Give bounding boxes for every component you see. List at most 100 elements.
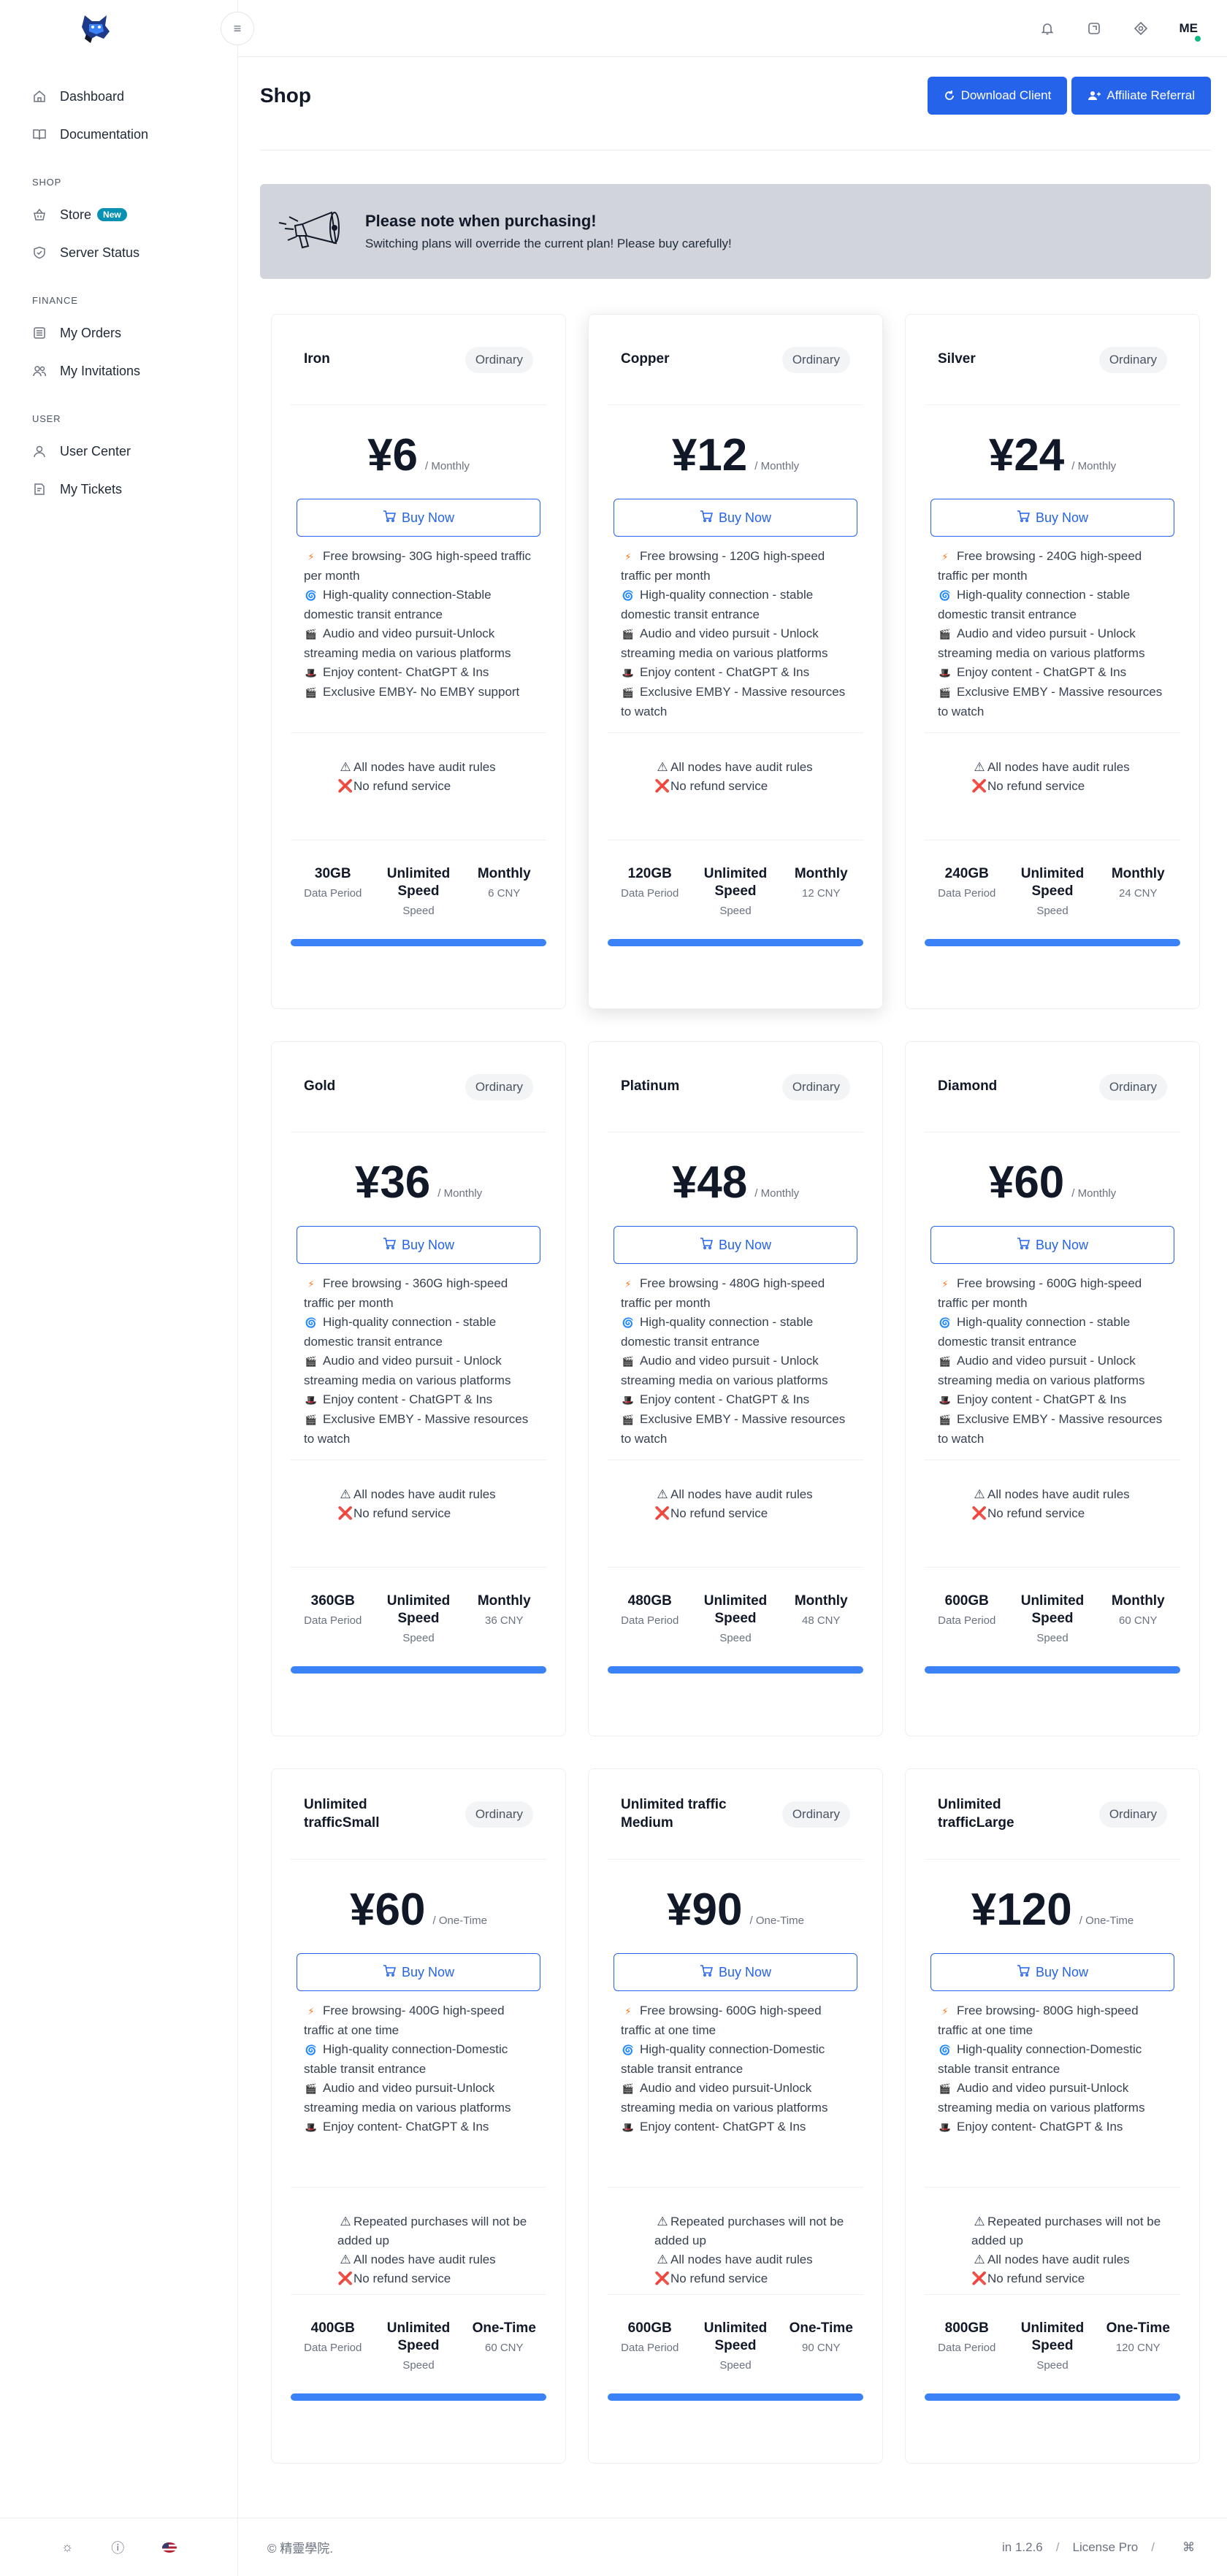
plan-stats: 800GB Data Period Unlimited Speed Speed One-… xyxy=(925,2294,1180,2386)
feature-item: 🎬 Exclusive EMBY - Massive resources to w… xyxy=(304,1410,533,1449)
sidebar-item-label: Store xyxy=(60,207,92,222)
feature-emoji-icon: 🎬 xyxy=(622,687,635,698)
price-row: ¥24 / Monthly xyxy=(925,405,1180,499)
separator: / xyxy=(1055,2539,1060,2554)
refresh-icon xyxy=(944,90,954,100)
sidebar-item-store[interactable]: Store New xyxy=(0,196,237,234)
sidebar-item-my-tickets[interactable]: My Tickets xyxy=(0,470,237,508)
buy-now-label: Buy Now xyxy=(401,510,455,525)
nav-section-title: SHOP xyxy=(32,177,62,188)
cart-icon xyxy=(383,1964,396,1980)
stat-label: Speed xyxy=(1036,1632,1069,1644)
add-user-icon xyxy=(1088,91,1101,100)
feature-emoji-icon: 🎩 xyxy=(939,1395,952,1406)
feature-text: Enjoy content- ChatGPT & Ins xyxy=(957,2120,1123,2134)
plan-period: / Monthly xyxy=(437,1187,483,1200)
feature-text: Enjoy content - ChatGPT & Ins xyxy=(640,665,810,679)
stat: Unlimited Speed Speed xyxy=(693,1592,778,1659)
feature-item: 🎬 Audio and video pursuit-Unlock streamin… xyxy=(621,2079,850,2117)
plan-period: / Monthly xyxy=(754,1187,800,1200)
buy-now-button[interactable]: Buy Now xyxy=(297,1226,540,1264)
plan-stats: 30GB Data Period Unlimited Speed Speed Month… xyxy=(291,840,546,932)
cross-icon: ❌ xyxy=(337,779,353,793)
us-flag-icon[interactable] xyxy=(162,2542,177,2553)
buy-now-button[interactable]: Buy Now xyxy=(297,1953,540,1991)
warning-text: All nodes have audit rules xyxy=(987,1487,1130,1501)
feature-emoji-icon: 🎬 xyxy=(939,687,952,698)
feature-text: Audio and video pursuit-Unlock streaming… xyxy=(304,2081,511,2115)
stat-value: 120GB xyxy=(627,866,672,881)
feature-item: 🌀 High-quality connection-Domestic stable… xyxy=(621,2040,850,2079)
warning-text: Repeated purchases will not be added up xyxy=(971,2215,1161,2247)
cart-icon xyxy=(1017,1964,1030,1980)
buy-now-button[interactable]: Buy Now xyxy=(930,1953,1174,1991)
warning-icon: ⚠ xyxy=(340,1487,351,1501)
plan-progress-bar xyxy=(925,1666,1180,1674)
sidebar-item-server-status[interactable]: Server Status xyxy=(0,234,237,272)
feature-emoji-icon: 🎬 xyxy=(305,2083,318,2094)
feature-emoji-icon: 🎬 xyxy=(622,1414,635,1425)
feature-emoji-icon: 🎬 xyxy=(305,629,318,640)
nav-section-title: FINANCE xyxy=(32,295,78,306)
menu-toggle-button[interactable]: ≡ xyxy=(221,12,254,45)
feature-text: Enjoy content - ChatGPT & Ins xyxy=(957,1392,1127,1406)
plan-tag: Ordinary xyxy=(465,1801,533,1828)
feature-text: Enjoy content - ChatGPT & Ins xyxy=(323,1392,493,1406)
feature-emoji-icon: 🎩 xyxy=(305,667,318,678)
stat: 240GB Data Period xyxy=(925,865,1009,932)
separator: / xyxy=(1151,2539,1155,2554)
warning-text: Repeated purchases will not be added up xyxy=(654,2215,844,2247)
settings-icon[interactable] xyxy=(1133,20,1149,37)
plan-progress-bar xyxy=(925,2393,1180,2401)
buy-now-button[interactable]: Buy Now xyxy=(930,499,1174,537)
feature-item: 🌀 High-quality connection-Domestic stable… xyxy=(938,2040,1167,2079)
cart-icon xyxy=(383,1237,396,1253)
buy-now-button[interactable]: Buy Now xyxy=(297,499,540,537)
sidebar-item-documentation[interactable]: Documentation xyxy=(0,115,237,153)
stat: 800GB Data Period xyxy=(925,2320,1009,2386)
sun-icon[interactable]: ☼ xyxy=(61,2539,74,2555)
download-client-button[interactable]: Download Client xyxy=(927,76,1068,115)
stat-value: Unlimited Speed xyxy=(1020,866,1085,899)
feature-emoji-icon: ⚡ xyxy=(941,551,949,562)
buy-now-button[interactable]: Buy Now xyxy=(614,499,857,537)
feature-list: ⚡ Free browsing - 360G high-speed traffic… xyxy=(291,1264,546,1460)
feature-item: 🎬 Audio and video pursuit-Unlock streamin… xyxy=(304,2079,533,2117)
warning-item: ⚠ All nodes have audit rules xyxy=(337,758,546,777)
feature-item: 🌀 High-quality connection - stable domest… xyxy=(621,1313,850,1352)
new-badge: New xyxy=(97,208,127,221)
sidebar-item-dashboard[interactable]: Dashboard xyxy=(0,77,237,115)
logo-icon[interactable] xyxy=(77,9,114,46)
feature-emoji-icon: 🎬 xyxy=(622,629,635,640)
feature-emoji-icon: 🎬 xyxy=(939,1414,952,1425)
sidebar-item-user-center[interactable]: User Center xyxy=(0,432,237,470)
feature-item: 🎬 Audio and video pursuit - Unlock stream… xyxy=(304,1352,533,1390)
command-icon[interactable]: ⌘ xyxy=(1182,2540,1195,2555)
feature-item: 🎬 Audio and video pursuit-Unlock streamin… xyxy=(938,2079,1167,2117)
sidebar-item-my-invitations[interactable]: My Invitations xyxy=(0,352,237,390)
feature-emoji-icon: 🌀 xyxy=(622,1317,635,1328)
buy-now-button[interactable]: Buy Now xyxy=(614,1226,857,1264)
cart-icon xyxy=(383,510,396,526)
affiliate-referral-button[interactable]: Affiliate Referral xyxy=(1071,76,1211,115)
feature-text: Exclusive EMBY - Massive resources to wa… xyxy=(304,1412,529,1446)
info-icon[interactable]: ⓘ xyxy=(111,2538,124,2557)
bell-icon[interactable] xyxy=(1039,20,1055,37)
buy-now-label: Buy Now xyxy=(401,1237,455,1252)
sidebar-item-my-orders[interactable]: My Orders xyxy=(0,314,237,352)
warning-icon: ⚠ xyxy=(657,1487,668,1501)
warning-text: All nodes have audit rules xyxy=(987,2253,1130,2266)
license-text[interactable]: License Pro xyxy=(1072,2540,1138,2555)
plan-stats: 400GB Data Period Unlimited Speed Speed One-… xyxy=(291,2294,546,2386)
stat-label: 90 CNY xyxy=(801,2342,841,2354)
feature-text: Free browsing- 400G high-speed traffic a… xyxy=(304,2004,505,2037)
avatar[interactable]: ME xyxy=(1180,21,1202,43)
buy-now-button[interactable]: Buy Now xyxy=(614,1953,857,1991)
buy-now-button[interactable]: Buy Now xyxy=(930,1226,1174,1264)
warning-item: ⚠ All nodes have audit rules xyxy=(971,2250,1180,2269)
refresh-icon[interactable] xyxy=(1086,20,1102,37)
feature-item: ⚡ Free browsing - 480G high-speed traffic… xyxy=(621,1274,850,1313)
feature-emoji-icon: ⚡ xyxy=(307,2006,315,2017)
feature-emoji-icon: 🌀 xyxy=(622,590,635,601)
